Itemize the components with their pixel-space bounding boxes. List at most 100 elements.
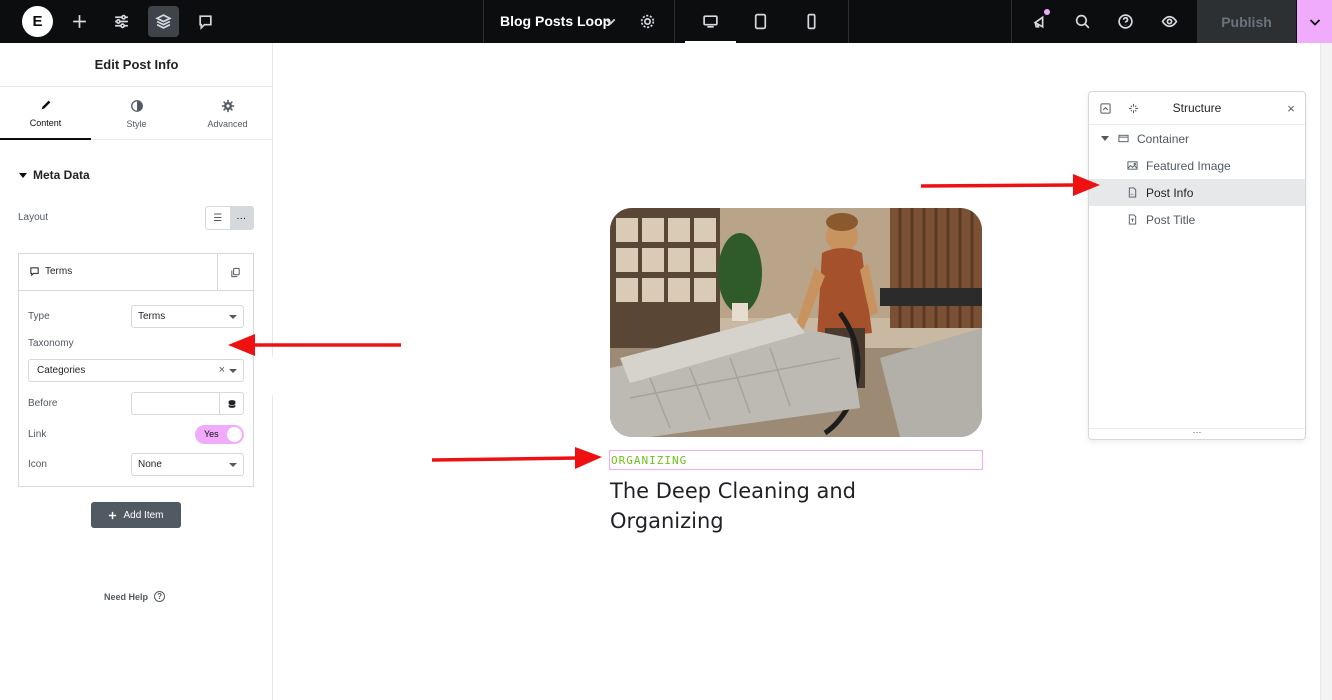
link-toggle[interactable]: Yes [195, 425, 244, 444]
type-label: Type [28, 311, 50, 322]
duplicate-button[interactable] [217, 254, 253, 291]
tab-label: Advanced [207, 118, 248, 129]
featured-image[interactable] [610, 208, 982, 437]
database-icon [227, 399, 236, 408]
logo-letter: E [32, 13, 43, 30]
structure-item-label: Post Title [1146, 212, 1196, 227]
add-item-label: Add Item [123, 509, 164, 521]
mobile-icon[interactable] [796, 6, 827, 37]
divider [848, 0, 849, 43]
post-title-icon [1126, 214, 1138, 226]
post-info-term[interactable]: ORGANIZING [611, 454, 687, 467]
close-icon[interactable]: × [1284, 101, 1298, 116]
canvas-scrollbar[interactable] [1320, 43, 1332, 700]
dropdown-arrow-icon [229, 369, 237, 373]
structure-item-post-title[interactable]: Post Title [1089, 206, 1305, 233]
structure-panel: Structure × Container Featured Image Pos… [1088, 91, 1306, 440]
structure-item-post-info[interactable]: Post Info [1089, 179, 1305, 206]
comment-icon [30, 267, 39, 277]
publish-button[interactable]: Publish [1197, 0, 1296, 43]
tab-label: Style [126, 118, 147, 129]
list-layout-icon[interactable]: ☰ [206, 207, 230, 229]
notification-dot [1044, 9, 1050, 15]
layers-icon[interactable] [148, 6, 179, 37]
whats-new-icon[interactable] [1025, 6, 1056, 37]
icon-label: Icon [28, 459, 47, 470]
elementor-logo[interactable]: E [22, 6, 53, 37]
link-label: Link [28, 429, 47, 440]
chevron-down-icon [1309, 18, 1320, 26]
help-icon[interactable] [1110, 6, 1141, 37]
divider [1011, 0, 1012, 43]
inline-layout-icon[interactable]: ··· [229, 207, 253, 229]
layout-label: Layout [18, 212, 49, 223]
featured-image-illustration [610, 208, 982, 437]
preview-eye-icon[interactable] [1154, 6, 1185, 37]
search-icon[interactable] [1067, 6, 1098, 37]
desktop-icon[interactable] [695, 6, 726, 37]
tablet-icon[interactable] [745, 6, 776, 37]
caret-down-icon[interactable] [1101, 136, 1109, 141]
dropdown-arrow-icon [229, 463, 237, 467]
structure-item-container[interactable]: Container [1089, 125, 1305, 152]
gear-icon[interactable] [632, 6, 663, 37]
divider [483, 0, 484, 43]
tab-style[interactable]: Style [91, 87, 182, 140]
taxonomy-select-value: Categories [37, 365, 86, 376]
comment-icon[interactable] [190, 6, 221, 37]
need-help-link[interactable]: Need Help ? [104, 591, 166, 602]
divider [674, 0, 675, 43]
half-circle-icon [130, 99, 143, 112]
structure-title: Structure [1172, 101, 1222, 115]
layout-toggle: ☰ ··· [205, 206, 254, 230]
repeater-item-title: Terms [29, 266, 72, 277]
structure-item-label: Post Info [1146, 185, 1194, 200]
type-select[interactable]: Terms [131, 305, 244, 328]
taxonomy-label: Taxonomy [28, 338, 74, 349]
post-title[interactable]: The Deep Cleaning and Organizing [610, 476, 940, 536]
type-select-value: Terms [138, 311, 166, 322]
need-help-label: Need Help [104, 591, 149, 602]
tab-advanced[interactable]: Advanced [182, 87, 273, 140]
publish-options-button[interactable] [1297, 0, 1332, 43]
tab-label: Content [29, 117, 62, 128]
editor-panel: Edit Post Info Content Style Advanced Me… [0, 43, 273, 700]
container-icon [1117, 133, 1129, 145]
clear-icon[interactable]: × [219, 364, 225, 376]
dropdown-arrow-icon [229, 315, 237, 319]
chevron-down-icon[interactable] [595, 6, 626, 37]
structure-item-label: Featured Image [1146, 158, 1231, 173]
panel-title: Edit Post Info [0, 43, 273, 87]
structure-item-featured-image[interactable]: Featured Image [1089, 152, 1305, 179]
repeater-item-label: Terms [45, 266, 73, 277]
section-meta-data[interactable]: Meta Data [19, 168, 90, 182]
taxonomy-select[interactable]: Categories × [28, 359, 244, 382]
repeater-item-header[interactable]: Terms [19, 254, 253, 291]
before-label: Before [28, 398, 58, 409]
gear-icon [221, 99, 234, 112]
tab-content[interactable]: Content [0, 87, 91, 140]
caret-down-icon [19, 172, 27, 178]
structure-header: Structure × [1089, 92, 1305, 125]
before-input[interactable] [131, 392, 244, 415]
structure-resize-handle[interactable]: ··· [1089, 428, 1305, 440]
post-info-widget[interactable]: ORGANIZING [609, 450, 983, 470]
add-item-button[interactable]: Add Item [91, 502, 181, 528]
panel-tabs: Content Style Advanced [0, 87, 273, 140]
link-toggle-label: Yes [204, 429, 219, 439]
dynamic-tags-button[interactable] [219, 393, 243, 414]
post-info-icon [1126, 187, 1138, 199]
image-icon [1126, 160, 1138, 172]
pencil-icon [41, 100, 50, 109]
add-icon[interactable] [64, 6, 95, 37]
toggle-knob [227, 427, 242, 442]
help-icon: ? [154, 591, 166, 602]
icon-select[interactable]: None [131, 453, 244, 476]
settings-sliders-icon[interactable] [106, 6, 137, 37]
section-title: Meta Data [33, 168, 90, 182]
icon-select-value: None [138, 459, 162, 470]
top-bar: E Blog Posts Loop Publish [0, 0, 1332, 43]
structure-item-label: Container [1137, 131, 1190, 146]
plus-icon [109, 511, 117, 519]
copy-icon [231, 267, 240, 278]
